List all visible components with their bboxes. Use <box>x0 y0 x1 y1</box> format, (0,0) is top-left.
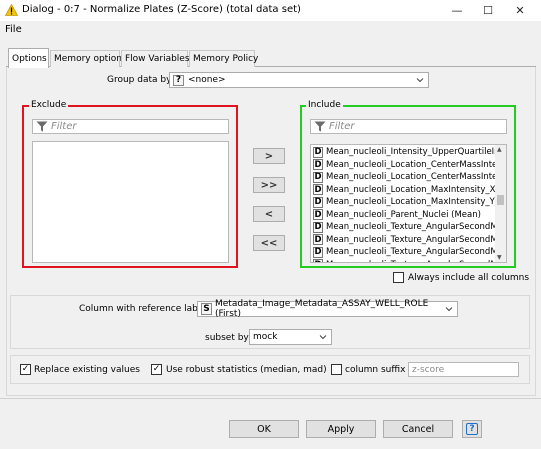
chevron-down-icon <box>319 335 327 340</box>
reference-label: Column with reference label <box>79 304 206 314</box>
include-item-label: Mean_nucleoli_Texture_AngularSecondM… <box>326 247 507 258</box>
group-by-label: Group data by <box>107 75 172 85</box>
include-item-label: Mean_nucleoli_Intensity_UpperQuartileIn… <box>326 147 507 158</box>
include-item-label: Mean_nucleoli_Texture_AngularSecondM… <box>326 260 506 262</box>
include-list-item[interactable]: DMean_nucleoli_Texture_AngularSecondM… <box>313 259 506 262</box>
footer-divider <box>0 398 541 399</box>
include-list-item[interactable]: D Mean_nucleoli_Location_CenterMassInte… <box>313 159 506 172</box>
include-list[interactable]: D Mean_nucleoli_Intensity_UpperQuartileIn… <box>310 144 507 263</box>
cancel-button[interactable]: Cancel <box>383 420 453 438</box>
double-type-icon: D <box>313 196 323 208</box>
include-item-label: Mean_nucleoli_Location_MaxIntensity_Y_… <box>326 197 507 208</box>
window-title: Dialog - 0:7 - Normalize Plates (Z-Score… <box>22 4 301 15</box>
double-type-icon: D <box>313 246 323 258</box>
menu-file[interactable]: File <box>5 24 22 35</box>
include-list-item[interactable]: D Mean_nucleoli_Parent_Nuclei (Mean) <box>313 209 493 222</box>
help-icon: ? <box>466 423 478 435</box>
checkmark-icon: ✓ <box>152 364 161 374</box>
include-item-label: Mean_nucleoli_Texture_AngularSecondM… <box>326 234 507 245</box>
include-filter-placeholder: Filter <box>329 121 355 132</box>
suffix-input[interactable]: z-score <box>408 362 519 377</box>
include-title: Include <box>306 100 343 110</box>
tab-flow-variables[interactable]: Flow Variables <box>121 50 190 67</box>
chevron-down-icon <box>445 307 453 312</box>
type-badge-icon: ? <box>173 74 184 86</box>
include-item-label: Mean_nucleoli_Parent_Nuclei (Mean) <box>326 209 481 220</box>
tab-memory-options[interactable]: Memory options <box>50 50 127 67</box>
scrollbar-thumb[interactable] <box>497 195 504 205</box>
double-type-icon: D <box>313 221 323 233</box>
reference-value: Metadata_Image_Metadata_ASSAY_WELL_ROLE … <box>215 299 429 319</box>
include-list-item[interactable]: DMean_nucleoli_Texture_AngularSecondM… <box>313 221 506 234</box>
apply-button[interactable]: Apply <box>306 420 376 438</box>
add-all-button[interactable]: >> <box>253 177 285 193</box>
tab-memory-policy[interactable]: Memory Policy <box>189 50 258 67</box>
include-list-item[interactable]: DMean_nucleoli_Texture_AngularSecondM… <box>313 234 506 247</box>
exclude-filter-input[interactable]: Filter <box>32 119 229 134</box>
include-filter-input[interactable]: Filter <box>310 119 507 134</box>
include-list-item[interactable]: D Mean_nucleoli_Location_MaxIntensity_Y_… <box>313 196 506 209</box>
exclude-title: Exclude <box>29 100 69 110</box>
always-include-label: Always include all columns <box>408 273 530 283</box>
group-by-value: <none> <box>188 75 226 85</box>
include-item-label: Mean_nucleoli_Location_CenterMassInte… <box>326 172 506 183</box>
double-type-icon: D <box>313 234 323 246</box>
remove-all-button[interactable]: << <box>253 235 285 251</box>
maximize-button[interactable]: ☐ <box>472 0 504 21</box>
include-list-item[interactable]: D Mean_nucleoli_Intensity_UpperQuartileIn… <box>313 146 506 159</box>
string-type-icon: S <box>201 303 212 315</box>
double-type-icon: D <box>313 209 323 221</box>
checkmark-icon: ✓ <box>21 364 30 374</box>
always-include-checkbox[interactable] <box>393 272 404 283</box>
include-list-item[interactable]: D Mean_nucleoli_Location_MaxIntensity_X_… <box>313 184 506 197</box>
reference-select[interactable]: S Metadata_Image_Metadata_ASSAY_WELL_ROL… <box>197 299 458 319</box>
include-list-item[interactable]: D Mean_nucleoli_Location_CenterMassInte… <box>313 171 506 184</box>
include-item-label: Mean_nucleoli_Location_CenterMassInte… <box>326 159 506 170</box>
filter-funnel-icon <box>36 121 48 132</box>
ok-button[interactable]: OK <box>229 420 299 438</box>
remove-button[interactable]: < <box>253 206 285 222</box>
include-item-label: Mean_nucleoli_Location_MaxIntensity_X_… <box>326 184 507 195</box>
close-button[interactable]: ✕ <box>504 0 536 21</box>
scroll-up-icon[interactable]: ▲ <box>497 146 502 153</box>
robust-label: Use robust statistics (median, mad) <box>166 365 327 375</box>
double-type-icon: D <box>313 159 323 171</box>
include-item-label: Mean_nucleoli_Texture_AngularSecondM… <box>326 222 507 233</box>
double-type-icon: D <box>313 146 323 158</box>
help-button[interactable]: ? <box>462 420 482 438</box>
include-list-item[interactable]: DMean_nucleoli_Texture_AngularSecondM… <box>313 246 506 259</box>
subset-select[interactable]: mock <box>249 329 332 345</box>
double-type-icon: D <box>313 259 323 262</box>
suffix-label: column suffix <box>345 365 406 375</box>
replace-checkbox[interactable]: ✓ <box>20 364 31 375</box>
double-type-icon: D <box>313 184 323 196</box>
tab-options[interactable]: Options <box>8 48 49 68</box>
include-list-scrollbar[interactable]: ▲ ▼ <box>495 145 506 262</box>
subset-label: subset by: <box>205 333 252 343</box>
subset-value: mock <box>253 332 278 342</box>
exclude-filter-placeholder: Filter <box>51 121 77 132</box>
suffix-checkbox[interactable] <box>331 364 342 375</box>
replace-label: Replace existing values <box>34 365 140 375</box>
exclude-list[interactable] <box>32 141 229 263</box>
filter-funnel-icon <box>314 121 326 132</box>
double-type-icon: D <box>313 171 323 183</box>
minimize-button[interactable]: — <box>441 0 473 21</box>
group-by-select[interactable]: ? <none> <box>169 72 429 88</box>
robust-checkbox[interactable]: ✓ <box>151 364 162 375</box>
chevron-down-icon <box>416 78 424 83</box>
scroll-down-icon[interactable]: ▼ <box>497 254 502 261</box>
add-button[interactable]: > <box>253 148 285 164</box>
warning-triangle-icon <box>5 4 18 16</box>
